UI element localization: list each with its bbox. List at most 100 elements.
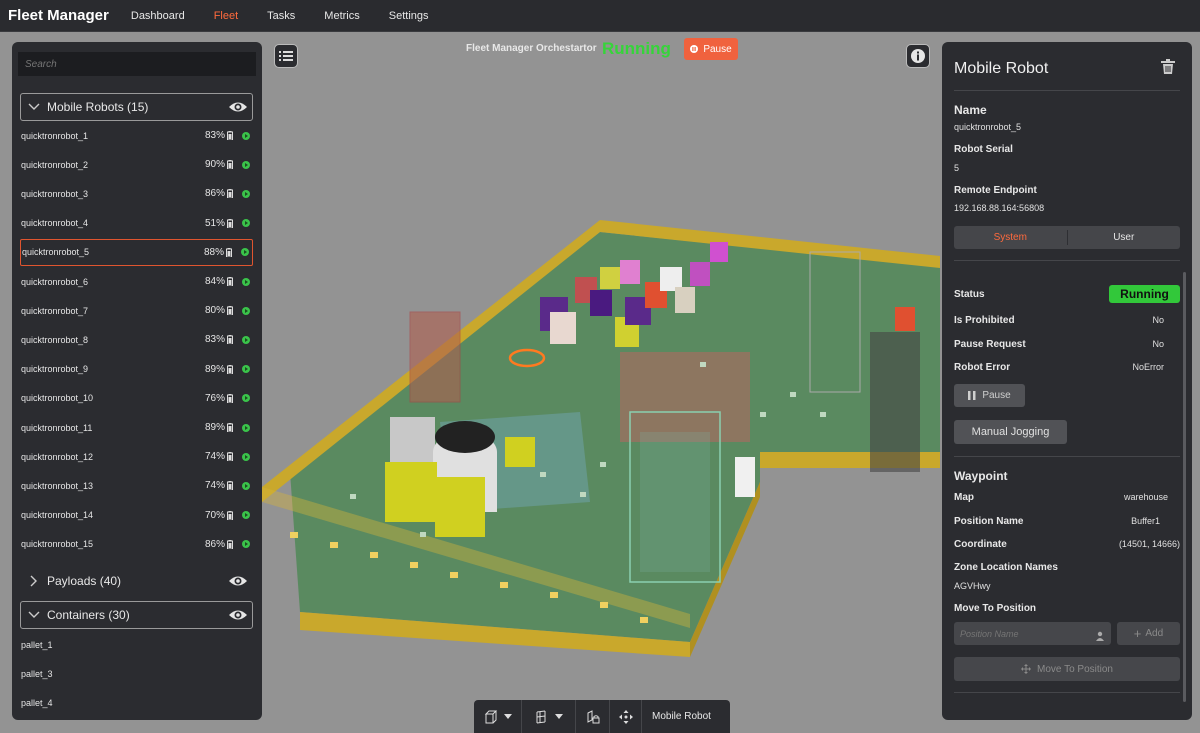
list-item-pallet[interactable]: pallet_3 xyxy=(21,669,53,679)
position-name-input[interactable] xyxy=(954,622,1111,645)
battery-icon xyxy=(227,452,233,462)
divider xyxy=(954,456,1180,457)
move-to-position-button[interactable]: Move To Position xyxy=(954,657,1180,681)
list-item-robot[interactable]: quicktronrobot_7 80% xyxy=(20,297,253,324)
list-item-robot[interactable]: quicktronrobot_8 83% xyxy=(20,326,253,353)
add-button[interactable]: + Add xyxy=(1117,622,1180,645)
section-payloads[interactable]: Payloads (40) xyxy=(20,567,253,595)
section-payloads-label: Payloads (40) xyxy=(47,574,122,588)
eye-icon[interactable] xyxy=(228,608,248,622)
eye-icon[interactable] xyxy=(228,100,248,114)
coordinate-value: (14501, 14666) xyxy=(1118,539,1180,549)
nav-tasks[interactable]: Tasks xyxy=(267,10,295,22)
play-status-icon[interactable] xyxy=(242,277,250,286)
play-status-icon[interactable] xyxy=(241,248,249,257)
play-status-icon[interactable] xyxy=(242,306,250,315)
list-item-robot[interactable]: quicktronrobot_4 51% xyxy=(20,210,253,237)
battery-icon xyxy=(227,160,233,170)
battery-percent: 89% xyxy=(204,363,225,375)
play-status-icon[interactable] xyxy=(242,540,250,549)
endpoint-value: 192.168.88.164:56808 xyxy=(954,203,1045,213)
battery-icon xyxy=(227,218,233,229)
eye-icon[interactable] xyxy=(228,574,248,588)
floor xyxy=(290,232,940,642)
play-status-icon[interactable] xyxy=(242,394,250,403)
robot-name: quicktronrobot_4 xyxy=(21,218,89,229)
orchestrator-pause-label: Pause xyxy=(703,43,732,55)
battery-percent: 74% xyxy=(204,451,225,463)
section-containers[interactable]: Containers (30) xyxy=(20,601,253,629)
pause-icon xyxy=(690,45,699,53)
zone-value: AGVHwy xyxy=(954,581,991,591)
detail-scrollbar[interactable] xyxy=(1183,272,1186,702)
robot-name: quicktronrobot_13 xyxy=(21,480,94,491)
nav-metrics[interactable]: Metrics xyxy=(324,10,359,22)
robot-pause-button[interactable]: Pause xyxy=(954,384,1025,407)
robot-name: quicktronrobot_6 xyxy=(21,276,89,287)
search-input[interactable] xyxy=(18,52,256,76)
play-status-icon[interactable] xyxy=(242,219,250,228)
play-status-icon[interactable] xyxy=(242,189,250,198)
list-item-robot[interactable]: quicktronrobot_9 89% xyxy=(20,356,253,383)
play-status-icon[interactable] xyxy=(242,365,250,374)
list-item-robot[interactable]: quicktronrobot_11 89% xyxy=(20,414,253,441)
nav-fleet[interactable]: Fleet xyxy=(214,10,238,22)
play-status-icon[interactable] xyxy=(242,335,250,344)
battery-icon xyxy=(226,247,232,258)
list-icon[interactable] xyxy=(274,44,298,68)
robot-lock-button[interactable] xyxy=(576,700,610,733)
play-status-icon[interactable] xyxy=(242,481,250,490)
list-item-robot[interactable]: quicktronrobot_2 90% xyxy=(20,151,253,178)
manual-jogging-button[interactable]: Manual Jogging xyxy=(954,420,1067,444)
list-item-robot[interactable]: quicktronrobot_10 76% xyxy=(20,385,253,412)
trash-icon[interactable] xyxy=(1161,59,1175,75)
move-tool-button[interactable] xyxy=(610,700,642,733)
cube-view-dropdown[interactable] xyxy=(474,700,522,733)
list-item-robot[interactable]: quicktronrobot_13 74% xyxy=(20,472,253,499)
battery-percent: 89% xyxy=(204,422,225,433)
battery-icon xyxy=(227,510,233,521)
list-item-robot[interactable]: quicktronrobot_15 86% xyxy=(20,531,253,558)
plus-icon: + xyxy=(1133,626,1142,641)
list-item-robot[interactable]: quicktronrobot_14 70% xyxy=(20,502,253,529)
list-item-robot[interactable]: quicktronrobot_5 88% xyxy=(20,238,253,266)
shelf-view-dropdown[interactable] xyxy=(522,700,576,733)
robot-name: quicktronrobot_7 xyxy=(21,305,89,316)
play-status-icon[interactable] xyxy=(242,423,250,432)
pause-icon xyxy=(968,391,976,400)
tab-user[interactable]: User xyxy=(1068,226,1181,249)
tab-system[interactable]: System xyxy=(954,230,1068,245)
battery-icon xyxy=(227,306,233,316)
move-to-position-btn-label: Move To Position xyxy=(1037,663,1113,675)
app-title: Fleet Manager xyxy=(8,7,109,24)
battery-percent: 90% xyxy=(204,159,225,171)
move-icon xyxy=(1021,664,1032,674)
list-item-robot[interactable]: quicktronrobot_1 83% xyxy=(20,122,253,149)
list-item-robot[interactable]: quicktronrobot_3 86% xyxy=(20,180,253,207)
move-icon xyxy=(618,709,633,724)
robot-name: quicktronrobot_3 xyxy=(21,188,89,199)
list-item-pallet[interactable]: pallet_4 xyxy=(21,698,53,708)
robot-name: quicktronrobot_12 xyxy=(21,451,94,462)
battery-icon xyxy=(227,423,233,433)
list-item-robot[interactable]: quicktronrobot_12 74% xyxy=(20,443,253,470)
orchestrator-status: Running xyxy=(602,39,671,58)
nav-dashboard[interactable]: Dashboard xyxy=(131,10,185,22)
battery-percent: 80% xyxy=(204,305,225,317)
battery-percent: 51% xyxy=(204,217,225,229)
section-mobile-robots-label: Mobile Robots (15) xyxy=(47,100,149,114)
position-name-value: Buffer1 xyxy=(1131,516,1160,526)
play-status-icon[interactable] xyxy=(242,452,250,461)
play-status-icon[interactable] xyxy=(242,160,250,169)
nav-settings[interactable]: Settings xyxy=(389,10,429,22)
play-status-icon[interactable] xyxy=(242,511,250,520)
fleet-tree-panel: Mobile Robots (15) quicktronrobot_183%qu… xyxy=(12,42,262,720)
info-icon[interactable] xyxy=(906,44,930,68)
list-item-robot[interactable]: quicktronrobot_6 84% xyxy=(20,268,253,295)
list-item-pallet[interactable]: pallet_1 xyxy=(21,640,53,650)
orchestrator-pause-button[interactable]: Pause xyxy=(684,38,738,60)
section-mobile-robots[interactable]: Mobile Robots (15) xyxy=(20,93,253,121)
chevron-right-icon xyxy=(27,574,41,588)
play-status-icon[interactable] xyxy=(242,131,250,140)
add-label: Add xyxy=(1145,628,1164,639)
